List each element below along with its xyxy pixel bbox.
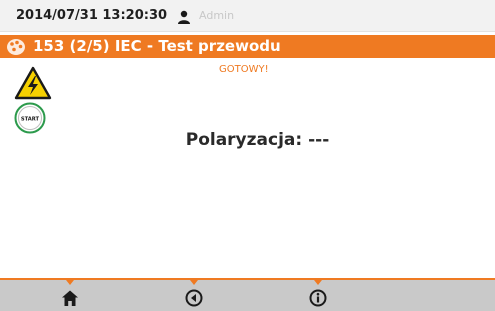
home-button[interactable] (40, 280, 100, 311)
high-voltage-warning-icon (14, 66, 52, 100)
user-name: Admin (199, 9, 235, 22)
info-icon (309, 289, 327, 307)
status-text: GOTOWY! (219, 64, 269, 75)
home-icon (62, 290, 78, 306)
toolbar-marker (66, 280, 74, 285)
page-title: 153 (2/5) IEC - Test przewodu (33, 37, 281, 55)
polarization-readout: Polaryzacja: --- (185, 130, 330, 150)
test-sequence-icon (6, 37, 26, 56)
back-icon (185, 289, 203, 307)
datetime: 2014/07/31 13:20:30 (16, 8, 168, 23)
status-bar: 2014/07/31 13:20:30 Admin (0, 0, 495, 32)
title-bar: 153 (2/5) IEC - Test przewodu (0, 35, 495, 58)
toolbar-marker (314, 280, 322, 285)
toolbar-marker (190, 280, 198, 285)
info-button[interactable] (288, 280, 348, 311)
back-button[interactable] (164, 280, 224, 311)
bottom-toolbar (0, 278, 495, 311)
start-label: START (21, 116, 40, 122)
user-icon (177, 9, 191, 24)
